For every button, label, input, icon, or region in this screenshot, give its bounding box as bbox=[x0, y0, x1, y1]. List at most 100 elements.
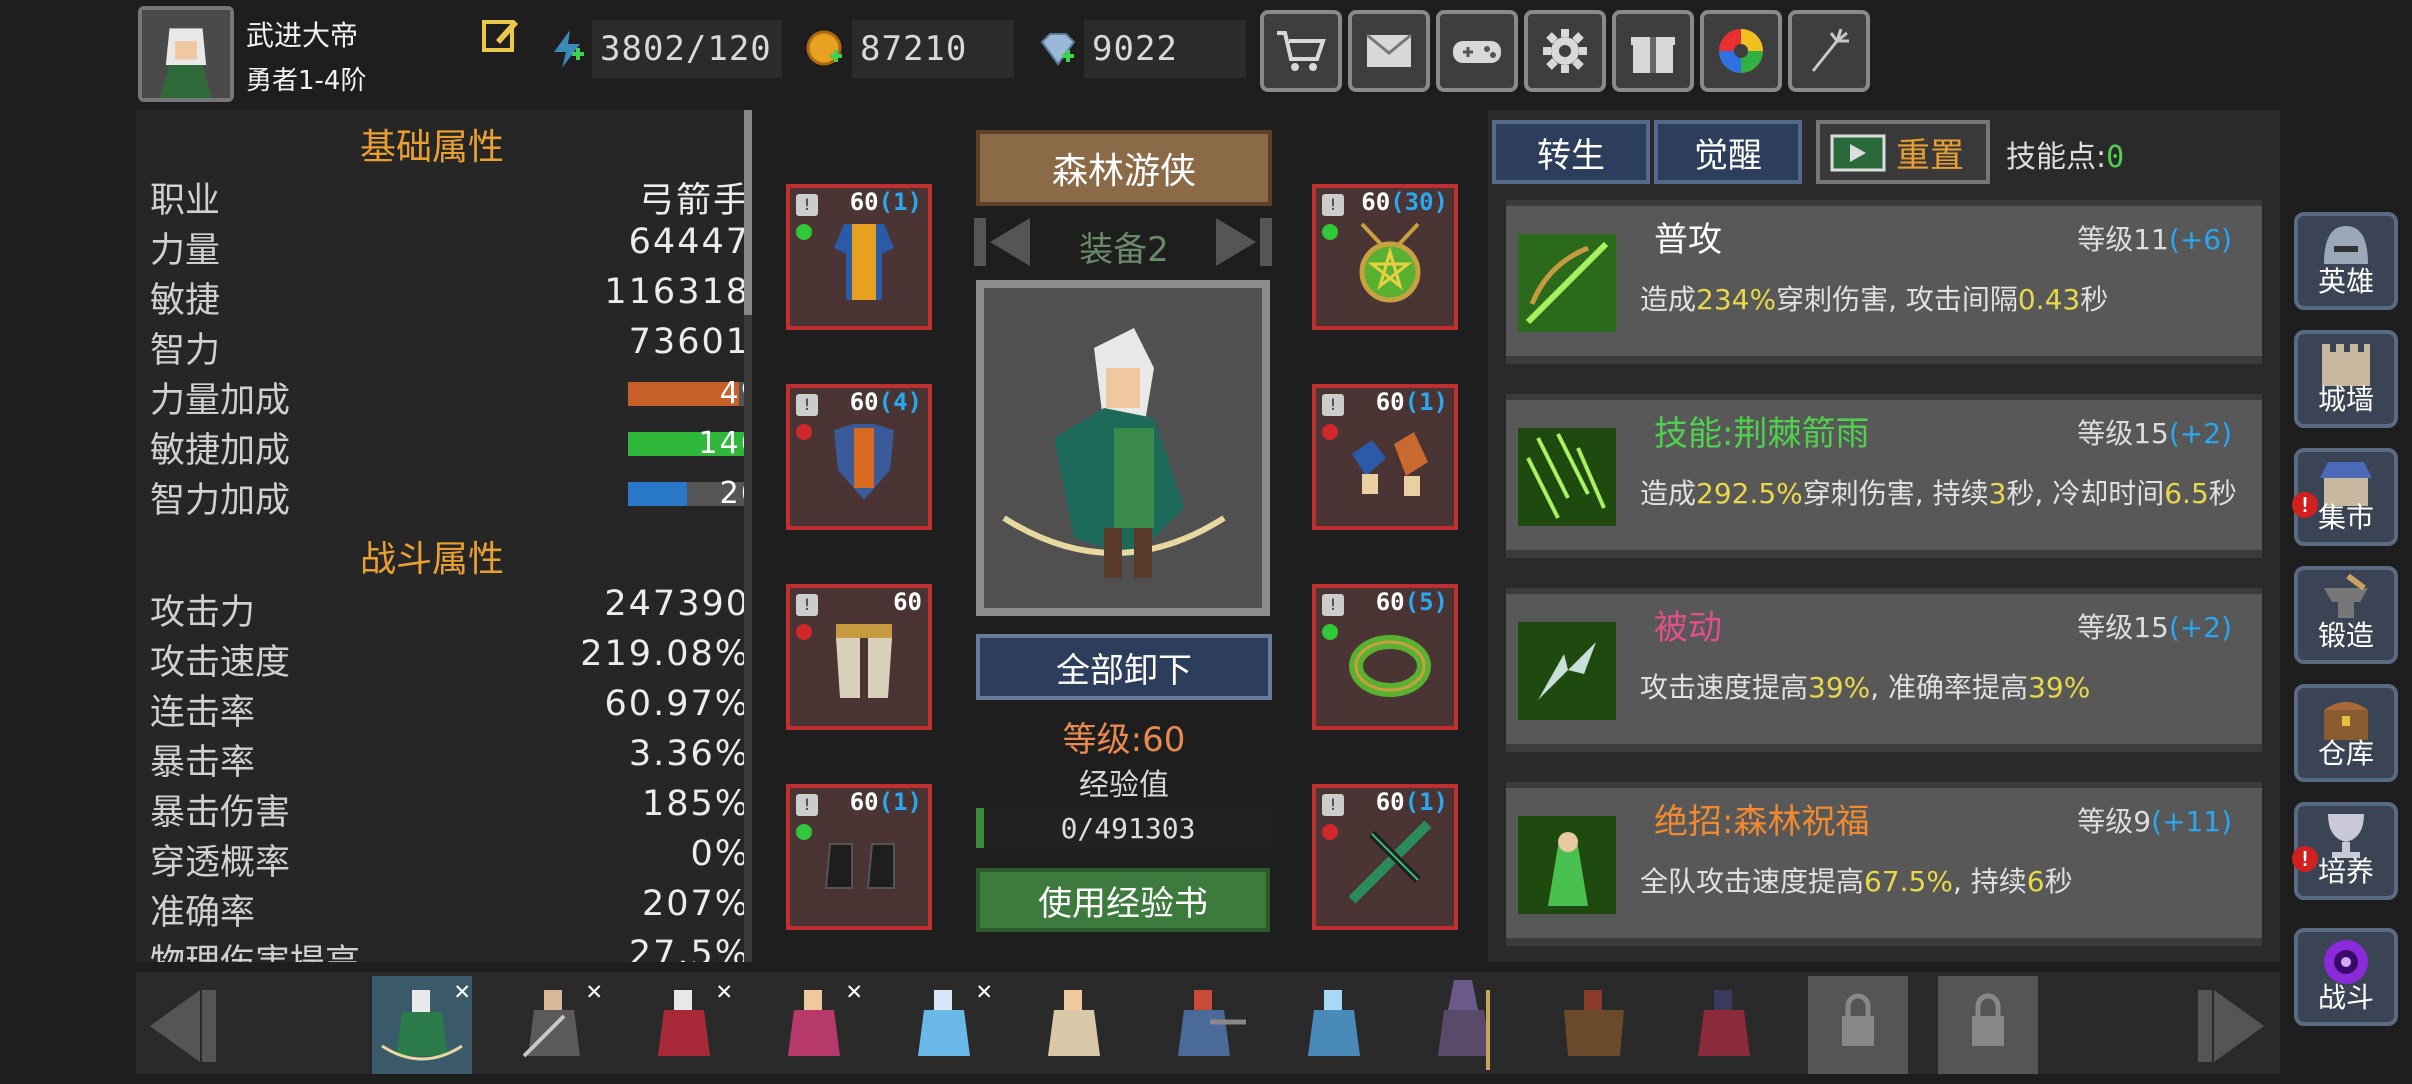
hero-slot-7[interactable] bbox=[1154, 976, 1254, 1074]
gear-icon bbox=[1543, 29, 1587, 73]
hero-slot-3[interactable]: ✕ bbox=[634, 976, 734, 1074]
hero-slot-forest-ranger[interactable]: ✕ bbox=[372, 976, 472, 1074]
attr-label: 穿透概率 bbox=[150, 843, 291, 883]
equip-slot-ring[interactable]: ! 60(5) bbox=[1312, 584, 1458, 730]
assassin-icon bbox=[1698, 990, 1750, 1056]
mail-button[interactable] bbox=[1348, 10, 1430, 92]
class-name: 森林游侠 bbox=[1051, 151, 1196, 192]
roster-prev-arrow[interactable] bbox=[136, 980, 220, 1072]
forest-ranger-sprite bbox=[1002, 328, 1226, 578]
skill-level: 等级15(+2) bbox=[2077, 611, 2232, 644]
hero-slot-6[interactable] bbox=[1024, 976, 1124, 1074]
attribute-panel[interactable]: 基础属性 职业 弓箭手 力量 64447 敏捷 116318 智力 73601 力量加成… bbox=[136, 110, 752, 962]
prev-set-arrow[interactable] bbox=[970, 212, 1034, 272]
boots-icon bbox=[824, 843, 895, 889]
skill-level: 等级11(+6) bbox=[2077, 223, 2232, 256]
equip-slot-amulet[interactable]: ! 60(30) bbox=[1312, 184, 1458, 330]
hero-slot-2[interactable]: ✕ bbox=[504, 976, 604, 1074]
skill-card-thorn-arrow-rain[interactable]: 技能:荆棘箭雨 等级15(+2) 造成292.5%穿刺伤害, 持续3秒, 冷却时… bbox=[1506, 394, 2262, 558]
skill-card-forest-blessing[interactable]: 绝招:森林祝福 等级9(+11) 全队攻击速度提高67.5%, 持续6秒 bbox=[1506, 782, 2262, 946]
fireworks-button[interactable] bbox=[1788, 10, 1870, 92]
hero-slot-locked[interactable] bbox=[1808, 976, 1908, 1074]
gift-button[interactable] bbox=[1612, 10, 1694, 92]
shop-button[interactable] bbox=[1260, 10, 1342, 92]
equip-slot-armor[interactable]: ! 60(4) bbox=[786, 384, 932, 530]
bonus-label: 敏捷加成 bbox=[150, 431, 291, 471]
player-avatar[interactable] bbox=[138, 6, 234, 102]
arrow-right-icon bbox=[2198, 990, 2264, 1062]
hero-slot-8[interactable] bbox=[1284, 976, 1384, 1074]
bonus-row: 敏捷加成 146.82% bbox=[150, 422, 752, 472]
attr-label: 力量 bbox=[150, 231, 221, 271]
nav-wall[interactable]: 城墙 bbox=[2294, 330, 2398, 428]
unequip-all-button[interactable]: 全部卸下 bbox=[976, 634, 1272, 700]
settings-button[interactable] bbox=[1524, 10, 1606, 92]
equip-level: 60(4) bbox=[849, 388, 922, 416]
hero-slot-5[interactable]: ✕ bbox=[894, 976, 994, 1074]
attr-row: 准确率 207% bbox=[150, 884, 752, 934]
roster-next-arrow[interactable] bbox=[2194, 980, 2278, 1072]
hero-portrait bbox=[976, 280, 1270, 616]
priestess-icon bbox=[1048, 990, 1100, 1056]
nav-cultivate[interactable]: ! 培养 bbox=[2292, 802, 2398, 900]
gamepad-button[interactable] bbox=[1436, 10, 1518, 92]
skill-card-passive[interactable]: 被动 等级15(+2) 攻击速度提高39%, 准确率提高39% bbox=[1506, 588, 2262, 752]
nav-battle[interactable]: 战斗 bbox=[2294, 928, 2398, 1026]
nav-label: 战斗 bbox=[2317, 981, 2374, 1014]
rebirth-button[interactable]: 转生 bbox=[1492, 120, 1650, 184]
crossed-swords-icon: ✕ bbox=[846, 976, 862, 1006]
hero-slot-10[interactable] bbox=[1544, 976, 1644, 1074]
bonus-row: 智力加成 26.32% bbox=[150, 472, 752, 522]
equip-slot-chest[interactable]: ! 60(1) bbox=[786, 184, 932, 330]
equip-slot-weapon[interactable]: ! 60(1) bbox=[1312, 784, 1458, 930]
nav-warehouse[interactable]: 仓库 bbox=[2294, 684, 2398, 782]
exp-value: 0/491303 bbox=[1060, 811, 1196, 845]
hero-slot-locked[interactable] bbox=[1938, 976, 2038, 1074]
fireworks-icon bbox=[1811, 28, 1849, 72]
nav-market[interactable]: ! 集市 bbox=[2292, 448, 2398, 546]
nav-hero[interactable]: 英雄 bbox=[2294, 212, 2398, 310]
gem-icon bbox=[796, 224, 812, 240]
attr-value: 207% bbox=[641, 884, 750, 924]
next-set-arrow[interactable] bbox=[1212, 212, 1276, 272]
edit-name-icon[interactable] bbox=[482, 16, 520, 54]
arrow-left-icon bbox=[150, 990, 216, 1062]
attr-value: 3.36% bbox=[628, 734, 750, 774]
color-wheel-button[interactable] bbox=[1700, 10, 1782, 92]
equip-level: 60(1) bbox=[849, 188, 922, 216]
hero-slot-11[interactable] bbox=[1674, 976, 1774, 1074]
mail-icon bbox=[1366, 33, 1412, 67]
attr-label: 暴击率 bbox=[150, 743, 256, 783]
nav-label: 英雄 bbox=[2317, 265, 2374, 298]
player-rank: 勇者1-4阶 bbox=[246, 66, 367, 96]
skill-card-basic-attack[interactable]: 普攻 等级11(+6) 造成234%穿刺伤害, 攻击间隔0.43秒 bbox=[1506, 200, 2262, 364]
gift-icon bbox=[1631, 37, 1675, 73]
lock-icon: ! bbox=[796, 594, 818, 616]
gem-icon bbox=[1322, 224, 1338, 240]
skill-desc: 攻击速度提高39%, 准确率提高39% bbox=[1640, 671, 2091, 704]
agility-bonus-bar: 146.82% bbox=[628, 426, 752, 461]
arrow-right-icon bbox=[1216, 218, 1272, 266]
player-name: 武进大帝 bbox=[246, 19, 359, 52]
leg-armor-icon bbox=[836, 624, 892, 698]
skill-desc: 全队攻击速度提高67.5%, 持续6秒 bbox=[1640, 865, 2073, 898]
equip-slot-bracers[interactable]: ! 60(1) bbox=[1312, 384, 1458, 530]
attr-row: 连击率 60.97% bbox=[150, 684, 752, 734]
hero-slot-9[interactable] bbox=[1414, 976, 1514, 1074]
attr-label: 敏捷 bbox=[150, 281, 221, 321]
attr-row: 攻击力 247390 bbox=[150, 584, 752, 634]
attr-label: 暴击伤害 bbox=[150, 793, 291, 833]
equip-slot-boots[interactable]: ! 60(1) bbox=[786, 784, 932, 930]
equip-slot-legs[interactable]: ! 60 bbox=[786, 584, 932, 730]
nav-forge[interactable]: 锻造 bbox=[2294, 566, 2398, 664]
use-exp-book-button[interactable]: 使用经验书 bbox=[976, 868, 1270, 932]
hero-slot-4[interactable]: ✕ bbox=[764, 976, 864, 1074]
awaken-button[interactable]: 觉醒 bbox=[1654, 120, 1802, 184]
reset-skills-button[interactable]: 重置 bbox=[1816, 120, 1990, 184]
hero-level: 等级:60 bbox=[1062, 720, 1186, 760]
nav-label: 城墙 bbox=[2317, 383, 2374, 416]
class-name-banner: 森林游侠 bbox=[976, 130, 1272, 206]
attribute-scroll-thumb[interactable] bbox=[744, 110, 752, 315]
attr-row: 暴击率 3.36% bbox=[150, 734, 752, 784]
diamond-icon bbox=[1036, 28, 1078, 70]
